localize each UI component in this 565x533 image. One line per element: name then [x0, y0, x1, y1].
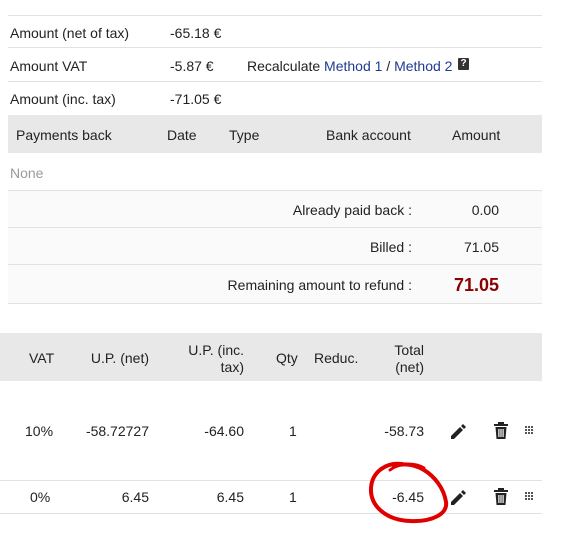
line-2-up-inc: 6.45: [216, 489, 244, 505]
col-bank-account: Bank account: [326, 127, 411, 143]
col-up-net: U.P. (net): [90, 350, 149, 366]
divider: [8, 47, 542, 48]
col-amount: Amount: [452, 127, 501, 143]
billed-value: 71.05: [463, 239, 499, 255]
recalculate-text: Recalculate: [247, 58, 321, 74]
line-2-total: -6.45: [392, 489, 424, 505]
line-2-vat: 0%: [30, 489, 51, 505]
remaining-label: Remaining amount to refund :: [227, 277, 412, 293]
divider: [8, 227, 542, 228]
col-type: Type: [229, 127, 260, 143]
col-total-line2: (net): [395, 359, 424, 375]
trash-icon[interactable]: [492, 421, 510, 441]
line-1-up-net: -58.72727: [85, 423, 149, 439]
divider: [8, 81, 542, 82]
amount-vat-value: -5.87 €: [170, 58, 214, 74]
method-2-link[interactable]: Method 2: [394, 58, 452, 74]
trash-icon[interactable]: [492, 487, 510, 507]
line-1-qty: 1: [289, 423, 297, 439]
drag-handle-icon[interactable]: [525, 426, 533, 434]
col-reduc: Reduc.: [314, 350, 359, 366]
remaining-value: 71.05: [453, 275, 499, 295]
divider: [0, 480, 542, 481]
billed-label: Billed :: [369, 239, 412, 255]
amount-net-value: -65.18 €: [170, 25, 222, 41]
col-up-inc-line2: tax): [220, 359, 244, 375]
amount-vat-label: Amount VAT: [10, 58, 88, 74]
amount-net-label: Amount (net of tax): [10, 25, 130, 41]
col-date: Date: [167, 127, 197, 143]
line-2-up-net: 6.45: [121, 489, 149, 505]
col-up-inc-line1: U.P. (inc.: [188, 342, 244, 358]
method-separator: /: [386, 58, 391, 74]
line-2-qty: 1: [289, 489, 297, 505]
already-paid-label: Already paid back :: [292, 202, 412, 218]
col-vat: VAT: [29, 350, 55, 366]
divider: [8, 15, 542, 16]
amount-inc-value: -71.05 €: [170, 91, 222, 107]
col-qty: Qty: [276, 350, 298, 366]
col-payments-back: Payments back: [16, 127, 112, 143]
recalculate-label: Recalculate Method 1 / Method 2: [247, 58, 452, 74]
divider: [8, 264, 542, 265]
divider: [0, 513, 542, 514]
pencil-icon[interactable]: [448, 421, 468, 441]
line-1-total: -58.73: [384, 423, 424, 439]
line-1-up-inc: -64.60: [204, 423, 244, 439]
pencil-icon[interactable]: [448, 487, 468, 507]
help-icon[interactable]: ?: [458, 58, 469, 70]
amount-inc-label: Amount (inc. tax): [10, 91, 116, 107]
method-1-link[interactable]: Method 1: [324, 58, 382, 74]
drag-handle-icon[interactable]: [525, 492, 533, 500]
divider: [8, 303, 542, 304]
col-total-line1: Total: [394, 342, 424, 358]
payments-empty-text: None: [10, 165, 44, 181]
already-paid-value: 0.00: [471, 202, 499, 218]
line-1-vat: 10%: [25, 423, 54, 439]
